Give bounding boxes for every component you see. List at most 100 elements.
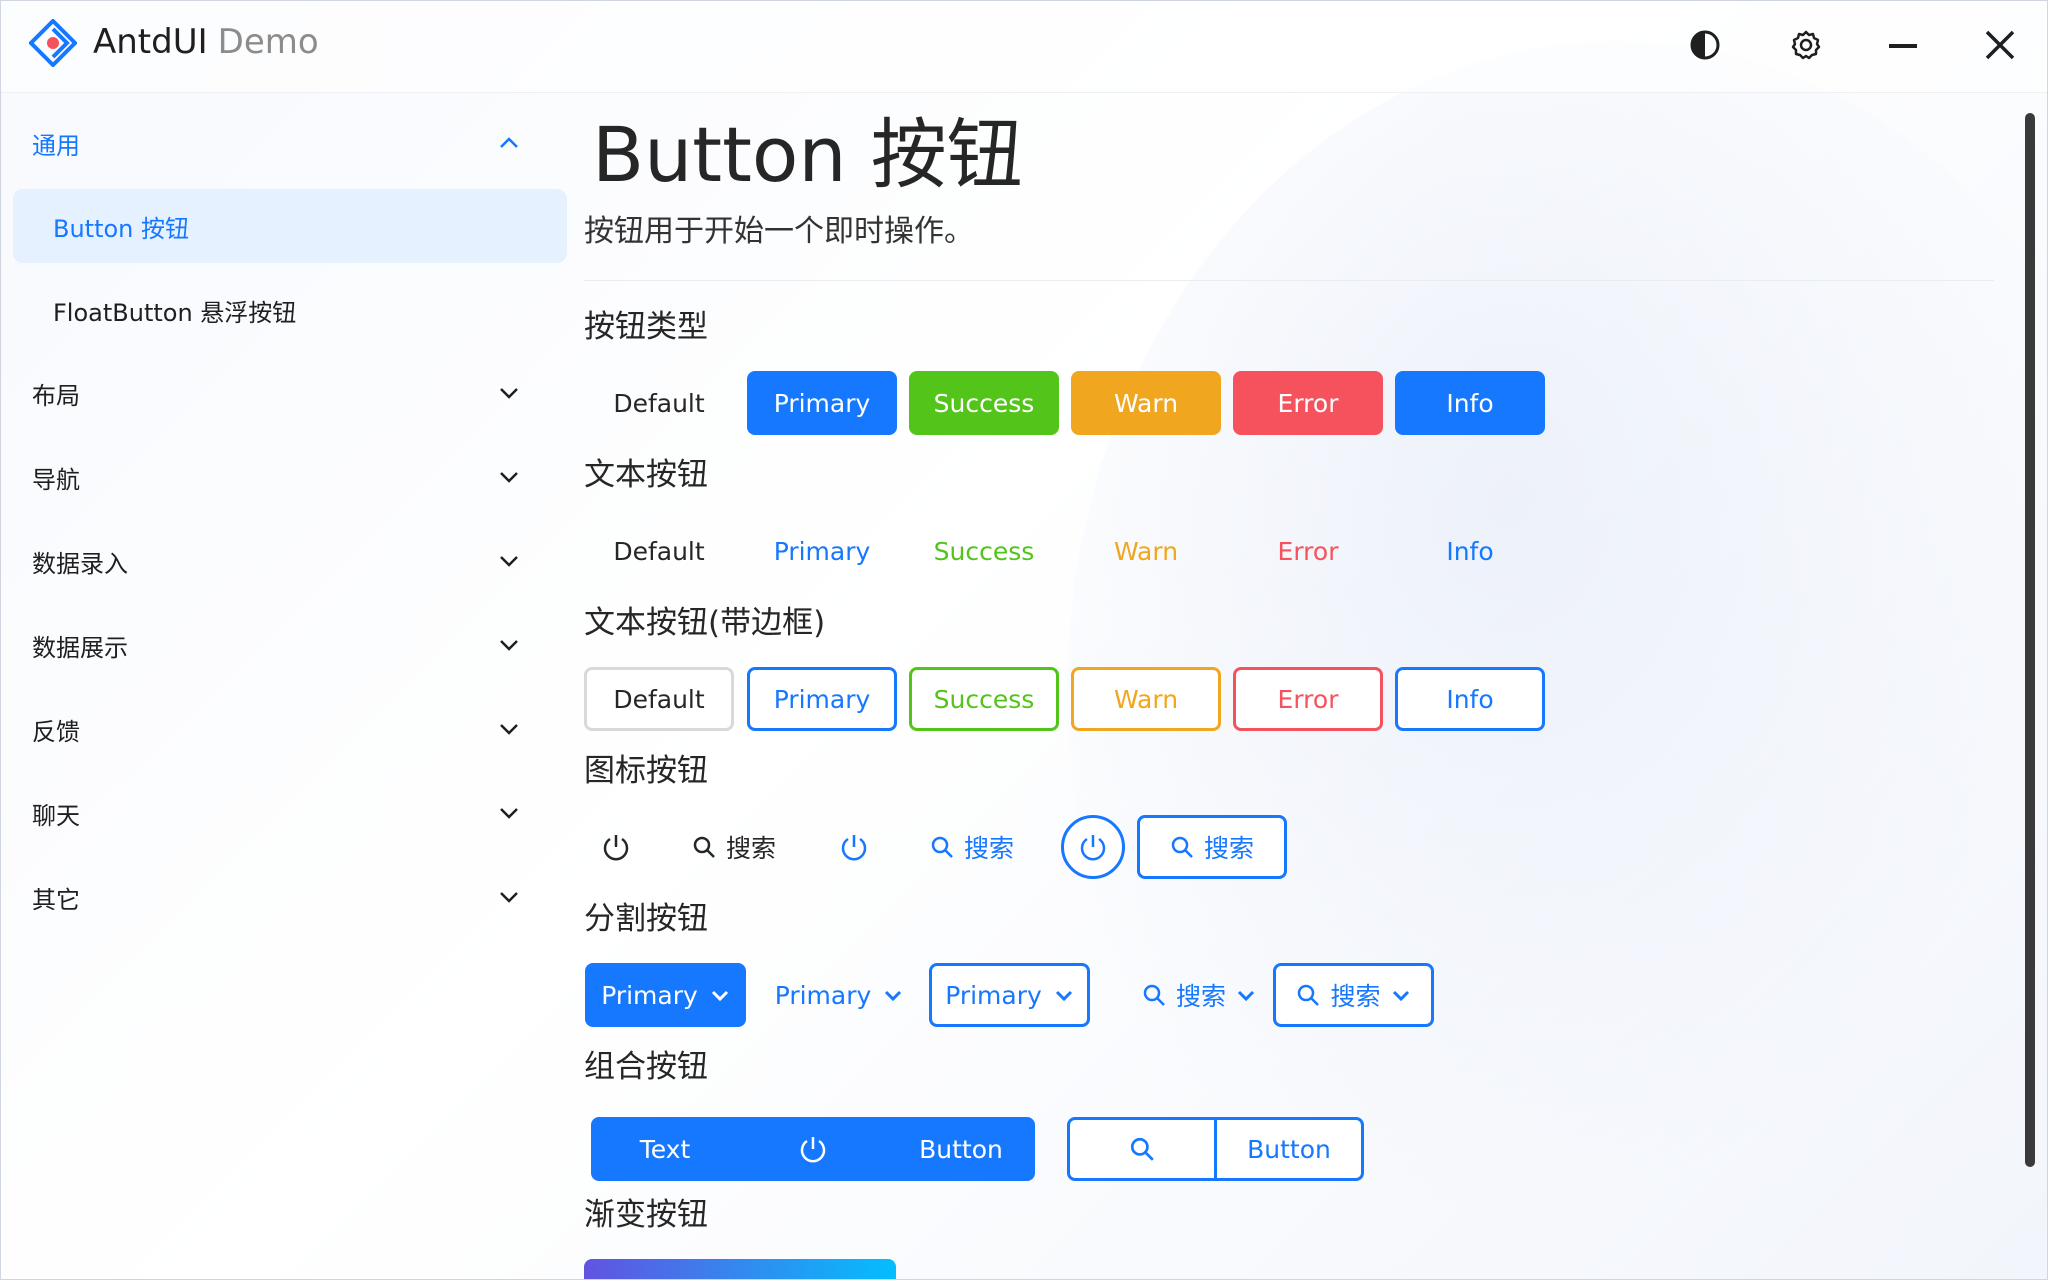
antd-logo-icon [29, 19, 77, 67]
section-title-types: 按钮类型 [584, 309, 708, 345]
search-icon [1143, 984, 1165, 1006]
chevron-up-icon [500, 137, 518, 148]
split-text-primary-button[interactable]: Primary [764, 963, 914, 1027]
primary-button[interactable]: Primary [747, 371, 897, 435]
power-circle-button[interactable] [1061, 815, 1125, 879]
chevron-down-icon [500, 388, 518, 399]
search-icon [931, 836, 953, 858]
warn-button[interactable]: Warn [1071, 371, 1221, 435]
section-title-group: 组合按钮 [584, 1049, 708, 1085]
chevron-down-icon [1055, 990, 1072, 1002]
search-icon [1171, 836, 1193, 858]
sidebar-item-label: FloatButton 悬浮按钮 [53, 298, 297, 327]
chevron-down-icon [500, 808, 518, 819]
sidebar-group-other[interactable]: 其它 [13, 861, 567, 933]
text-default-button[interactable]: Default [584, 519, 734, 583]
text-success-button[interactable]: Success [909, 519, 1059, 583]
split-search-outline-button[interactable]: 搜索 [1273, 963, 1434, 1027]
text-warn-button[interactable]: Warn [1071, 519, 1221, 583]
outline-primary-button[interactable]: Primary [747, 667, 897, 731]
search-label: 搜索 [725, 834, 776, 863]
split-label: Primary [774, 980, 872, 1010]
sidebar-group-label: 数据录入 [32, 549, 128, 578]
group-power-button[interactable] [739, 1117, 887, 1181]
text-info-button[interactable]: Info [1395, 519, 1545, 583]
sidebar-group-label: 聊天 [32, 801, 80, 830]
split-label: Primary [945, 980, 1042, 1010]
close-button[interactable] [1970, 15, 2030, 75]
chevron-down-icon [500, 892, 518, 903]
split-label: Primary [601, 980, 698, 1010]
search-icon-text-primary-button[interactable]: 搜索 [922, 815, 1022, 879]
sidebar-group-label: 布局 [32, 381, 80, 410]
search-label: 搜索 [1203, 834, 1254, 863]
split-search-button[interactable]: 搜索 [1124, 963, 1274, 1027]
search-icon-text-button[interactable]: 搜索 [684, 815, 784, 879]
minimize-icon [1889, 44, 1917, 48]
power-icon-primary-button[interactable] [822, 815, 886, 879]
group-outline-button[interactable]: Button [1214, 1117, 1364, 1181]
settings-button[interactable] [1776, 15, 1836, 75]
app-window: AntdUI Demo 通用 Button 按钮 FloatButton 悬浮按钮… [0, 0, 2048, 1280]
section-title-split: 分割按钮 [584, 901, 708, 937]
power-icon-button[interactable] [584, 815, 648, 879]
app-suffix: Demo [217, 22, 319, 62]
split-label: 搜索 [1330, 982, 1381, 1011]
group-button-button[interactable]: Button [887, 1117, 1035, 1181]
divider [584, 280, 1994, 281]
outline-warn-button[interactable]: Warn [1071, 667, 1221, 731]
default-button[interactable]: Default [584, 371, 734, 435]
group-text-button[interactable]: Text [591, 1117, 739, 1181]
power-icon [1080, 835, 1106, 861]
scrollbar-thumb[interactable] [2025, 113, 2035, 1167]
sidebar-group-chat[interactable]: 聊天 [13, 777, 567, 849]
search-icon [1130, 1137, 1154, 1161]
app-title: AntdUI Demo [93, 19, 319, 65]
outline-info-button[interactable]: Info [1395, 667, 1545, 731]
sidebar-group-feedback[interactable]: 反馈 [13, 693, 567, 765]
split-primary-button[interactable]: Primary [585, 963, 746, 1027]
section-title-icon: 图标按钮 [584, 753, 708, 789]
text-error-button[interactable]: Error [1233, 519, 1383, 583]
sidebar-group-navigation[interactable]: 导航 [13, 441, 567, 513]
chevron-down-icon [500, 724, 518, 735]
section-title-text-border: 文本按钮(带边框) [584, 605, 826, 641]
success-button[interactable]: Success [909, 371, 1059, 435]
split-label: 搜索 [1175, 982, 1226, 1011]
sidebar-group-label: 反馈 [32, 717, 80, 746]
search-outline-button[interactable]: 搜索 [1137, 815, 1287, 879]
split-outline-primary-button[interactable]: Primary [929, 963, 1090, 1027]
sidebar-group-data-entry[interactable]: 数据录入 [13, 525, 567, 597]
power-icon [800, 1137, 826, 1163]
chevron-down-icon [500, 556, 518, 567]
section-title-gradient: 渐变按钮 [584, 1197, 708, 1233]
sidebar-group-layout[interactable]: 布局 [13, 357, 567, 429]
sidebar-item-floatbutton[interactable]: FloatButton 悬浮按钮 [13, 273, 567, 347]
sidebar-group-general[interactable]: 通用 [13, 107, 567, 179]
page-description: 按钮用于开始一个即时操作。 [584, 214, 974, 249]
power-icon [841, 835, 867, 861]
error-button[interactable]: Error [1233, 371, 1383, 435]
chevron-down-icon [500, 640, 518, 651]
search-icon [1298, 984, 1320, 1006]
chevron-down-icon [1237, 990, 1255, 1002]
main-content: Button 按钮 按钮用于开始一个即时操作。 按钮类型 Default Pri… [584, 93, 2004, 1279]
text-primary-button[interactable]: Primary [747, 519, 897, 583]
chevron-down-icon [885, 990, 902, 1002]
app-name: AntdUI [93, 22, 208, 62]
chevron-down-icon [711, 990, 728, 1002]
chevron-down-icon [500, 472, 518, 483]
minimize-button[interactable] [1873, 15, 1933, 75]
theme-toggle-button[interactable] [1675, 15, 1735, 75]
page-title: Button 按钮 [592, 110, 1023, 199]
outline-success-button[interactable]: Success [909, 667, 1059, 731]
group-search-button[interactable] [1067, 1117, 1217, 1181]
outline-default-button[interactable]: Default [584, 667, 734, 731]
outline-error-button[interactable]: Error [1233, 667, 1383, 731]
sidebar-item-button[interactable]: Button 按钮 [13, 189, 567, 263]
search-icon [693, 836, 715, 858]
sidebar-group-data-display[interactable]: 数据展示 [13, 609, 567, 681]
info-button[interactable]: Info [1395, 371, 1545, 435]
gradient-button[interactable] [584, 1259, 896, 1279]
close-icon [1985, 30, 2015, 60]
